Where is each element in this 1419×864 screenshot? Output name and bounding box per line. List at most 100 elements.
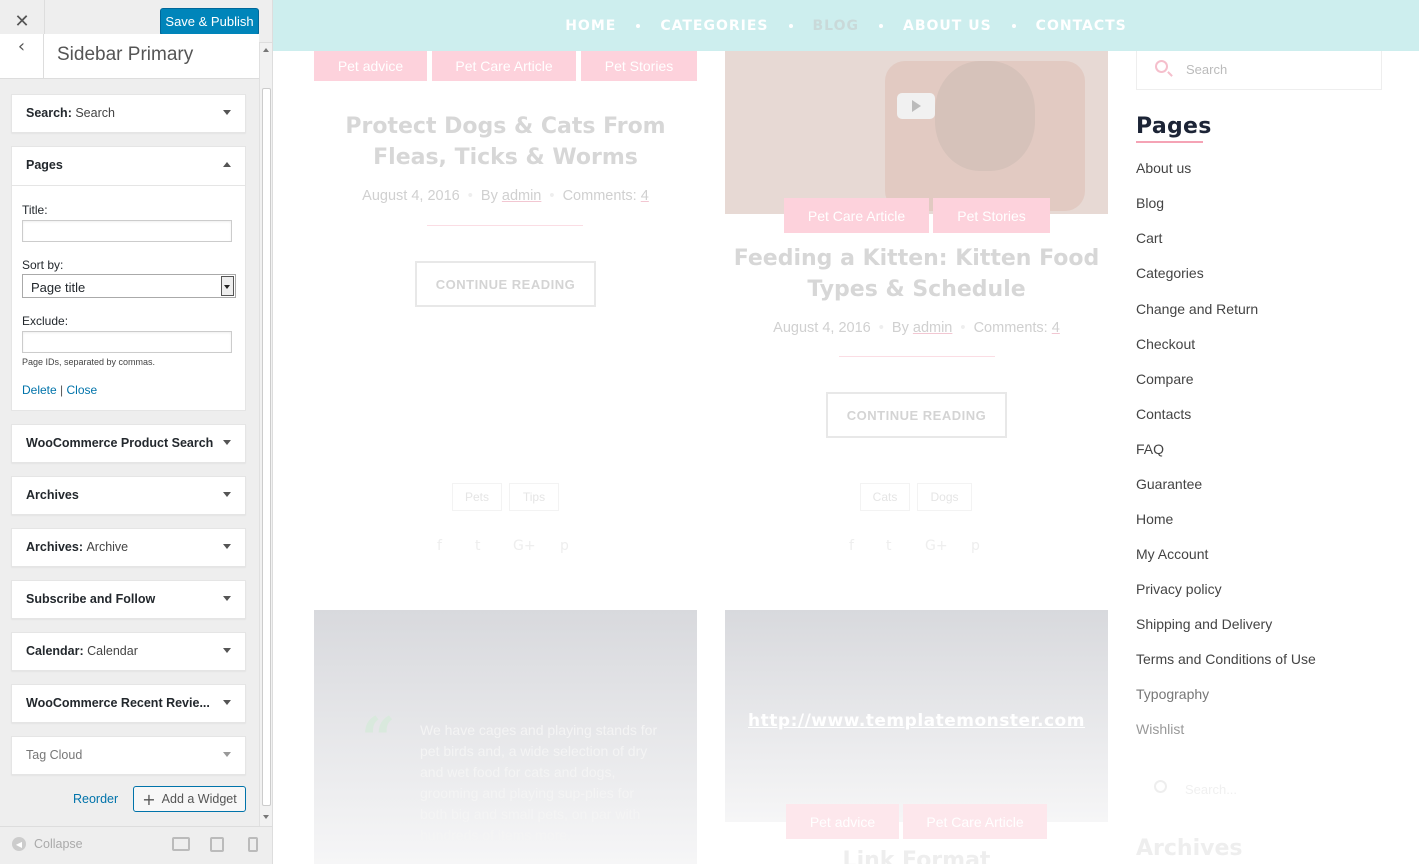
google-plus-icon[interactable]: G+ xyxy=(925,538,948,554)
post-tag[interactable]: Pet Care Article xyxy=(903,804,1047,839)
section-header: ‹ Sidebar Primary xyxy=(0,34,259,79)
page-link[interactable]: Shipping and Delivery xyxy=(1136,616,1272,632)
page-link[interactable]: Wishlist xyxy=(1136,721,1184,737)
page-link[interactable]: My Account xyxy=(1136,546,1208,562)
chevron-down-icon[interactable] xyxy=(223,648,231,653)
chevron-down-icon[interactable] xyxy=(223,752,231,757)
nav-categories[interactable]: CATEGORIES xyxy=(640,18,788,34)
continue-reading-button[interactable]: CONTINUE READING xyxy=(826,392,1007,438)
chevron-down-icon[interactable] xyxy=(223,700,231,705)
chevron-down-icon[interactable] xyxy=(223,110,231,115)
post-title[interactable]: Link Format xyxy=(725,848,1108,864)
chevron-down-icon[interactable] xyxy=(223,440,231,445)
by-label: By xyxy=(480,188,498,204)
sort-by-select[interactable]: Page title xyxy=(22,274,236,298)
nav-contacts[interactable]: CONTACTS xyxy=(1016,18,1147,34)
author-link[interactable]: admin xyxy=(502,188,542,204)
page-link[interactable]: Compare xyxy=(1136,371,1194,387)
post-tag[interactable]: Pet Stories xyxy=(581,51,697,81)
post-tag[interactable]: Pet Care Article xyxy=(432,51,576,81)
comments-count[interactable]: 4 xyxy=(1052,320,1060,336)
chevron-down-icon[interactable] xyxy=(223,492,231,497)
widget-archives-archive[interactable]: Archives: Archive xyxy=(11,528,246,567)
page-link[interactable]: Privacy policy xyxy=(1136,581,1222,597)
twitter-icon[interactable]: t xyxy=(886,538,892,554)
page-link[interactable]: FAQ xyxy=(1136,441,1164,457)
page-link[interactable]: Checkout xyxy=(1136,336,1195,352)
widget-search[interactable]: Search: Search xyxy=(11,94,246,133)
post-tag[interactable]: Pet advice xyxy=(314,51,427,81)
reorder-link[interactable]: Reorder xyxy=(73,792,118,806)
widget-tag-cloud[interactable]: Tag Cloud xyxy=(11,736,246,775)
page-link[interactable]: Home xyxy=(1136,511,1173,527)
divider xyxy=(427,225,583,226)
widget-subscribe-follow[interactable]: Subscribe and Follow xyxy=(11,580,246,619)
chevron-down-icon[interactable] xyxy=(223,544,231,549)
sidebar-search[interactable]: Search xyxy=(1136,48,1382,90)
widget-archives[interactable]: Archives xyxy=(11,476,246,515)
pinterest-icon[interactable]: p xyxy=(560,538,569,554)
scroll-down-icon[interactable] xyxy=(263,815,269,819)
continue-reading-button[interactable]: CONTINUE READING xyxy=(415,261,596,307)
save-publish-button[interactable]: Save & Publish xyxy=(160,8,259,35)
tag-chip[interactable]: Cats xyxy=(860,483,910,511)
chevron-up-icon[interactable] xyxy=(223,162,231,167)
page-link[interactable]: About us xyxy=(1136,160,1191,176)
link-url[interactable]: http://www.templatemonster.com xyxy=(725,711,1108,731)
back-arrow-icon[interactable]: ‹ xyxy=(0,34,44,79)
close-link[interactable]: Close xyxy=(67,383,98,397)
tag-chip[interactable]: Dogs xyxy=(917,483,972,511)
mobile-preview-icon[interactable] xyxy=(248,837,258,852)
title-field[interactable] xyxy=(22,220,232,242)
panel-scrollbar[interactable] xyxy=(259,43,272,826)
post-tag[interactable]: Pet Care Article xyxy=(784,198,929,233)
search-input[interactable]: Search... xyxy=(1185,782,1237,797)
play-icon[interactable] xyxy=(897,93,935,119)
post-video[interactable] xyxy=(725,51,1108,214)
tag-chip[interactable]: Tips xyxy=(509,483,559,511)
author-link[interactable]: admin xyxy=(913,320,953,336)
facebook-icon[interactable]: f xyxy=(849,538,854,554)
chevron-down-icon[interactable] xyxy=(223,596,231,601)
post-meta: August 4, 2016 • By admin • Comments: 4 xyxy=(362,188,649,204)
page-link[interactable]: Typography xyxy=(1136,686,1209,702)
chevron-down-icon[interactable] xyxy=(221,276,234,296)
nav-blog[interactable]: BLOG xyxy=(793,18,880,34)
collapse-icon: ◀ xyxy=(12,837,26,851)
pinterest-icon[interactable]: p xyxy=(971,538,980,554)
post-title[interactable]: Protect Dogs & Cats From Fleas, Ticks & … xyxy=(314,111,697,173)
page-link[interactable]: Cart xyxy=(1136,230,1162,246)
page-link[interactable]: Change and Return xyxy=(1136,301,1258,317)
scroll-thumb[interactable] xyxy=(262,88,271,806)
facebook-icon[interactable]: f xyxy=(437,538,442,554)
exclude-field[interactable] xyxy=(22,331,232,353)
post-tag[interactable]: Pet advice xyxy=(786,804,899,839)
page-link[interactable]: Guarantee xyxy=(1136,476,1202,492)
page-link[interactable]: Categories xyxy=(1136,265,1204,281)
collapse-button[interactable]: ◀ Collapse xyxy=(12,837,83,851)
nav-about-us[interactable]: ABOUT US xyxy=(883,18,1012,34)
customizer-panel: ✕ Save & Publish ‹ Sidebar Primary Searc… xyxy=(0,0,273,864)
nav-home[interactable]: HOME xyxy=(545,18,636,34)
post-title[interactable]: Feeding a Kitten: Kitten Food Types & Sc… xyxy=(725,243,1108,305)
delete-link[interactable]: Delete xyxy=(22,383,57,397)
page-link[interactable]: Blog xyxy=(1136,195,1164,211)
page-link[interactable]: Terms and Conditions of Use xyxy=(1136,651,1316,667)
add-widget-button[interactable]: + Add a Widget xyxy=(133,786,246,812)
search-input[interactable]: Search xyxy=(1186,62,1227,77)
search-icon xyxy=(1154,780,1167,793)
desktop-preview-icon[interactable] xyxy=(172,837,190,851)
widget-woocommerce-recent-reviews[interactable]: WooCommerce Recent Revie... xyxy=(11,684,246,723)
post-tag[interactable]: Pet Stories xyxy=(933,198,1050,233)
widget-calendar[interactable]: Calendar: Calendar xyxy=(11,632,246,671)
page-link[interactable]: Contacts xyxy=(1136,406,1191,422)
sidebar-search-2[interactable]: Search... xyxy=(1136,768,1382,810)
google-plus-icon[interactable]: G+ xyxy=(513,538,536,554)
comments-count[interactable]: 4 xyxy=(641,188,649,204)
widget-pages-header[interactable]: Pages xyxy=(12,147,245,186)
scroll-up-icon[interactable] xyxy=(263,48,269,52)
widget-woocommerce-product-search[interactable]: WooCommerce Product Search xyxy=(11,424,246,463)
tablet-preview-icon[interactable] xyxy=(210,837,224,852)
twitter-icon[interactable]: t xyxy=(475,538,481,554)
tag-chip[interactable]: Pets xyxy=(452,483,502,511)
